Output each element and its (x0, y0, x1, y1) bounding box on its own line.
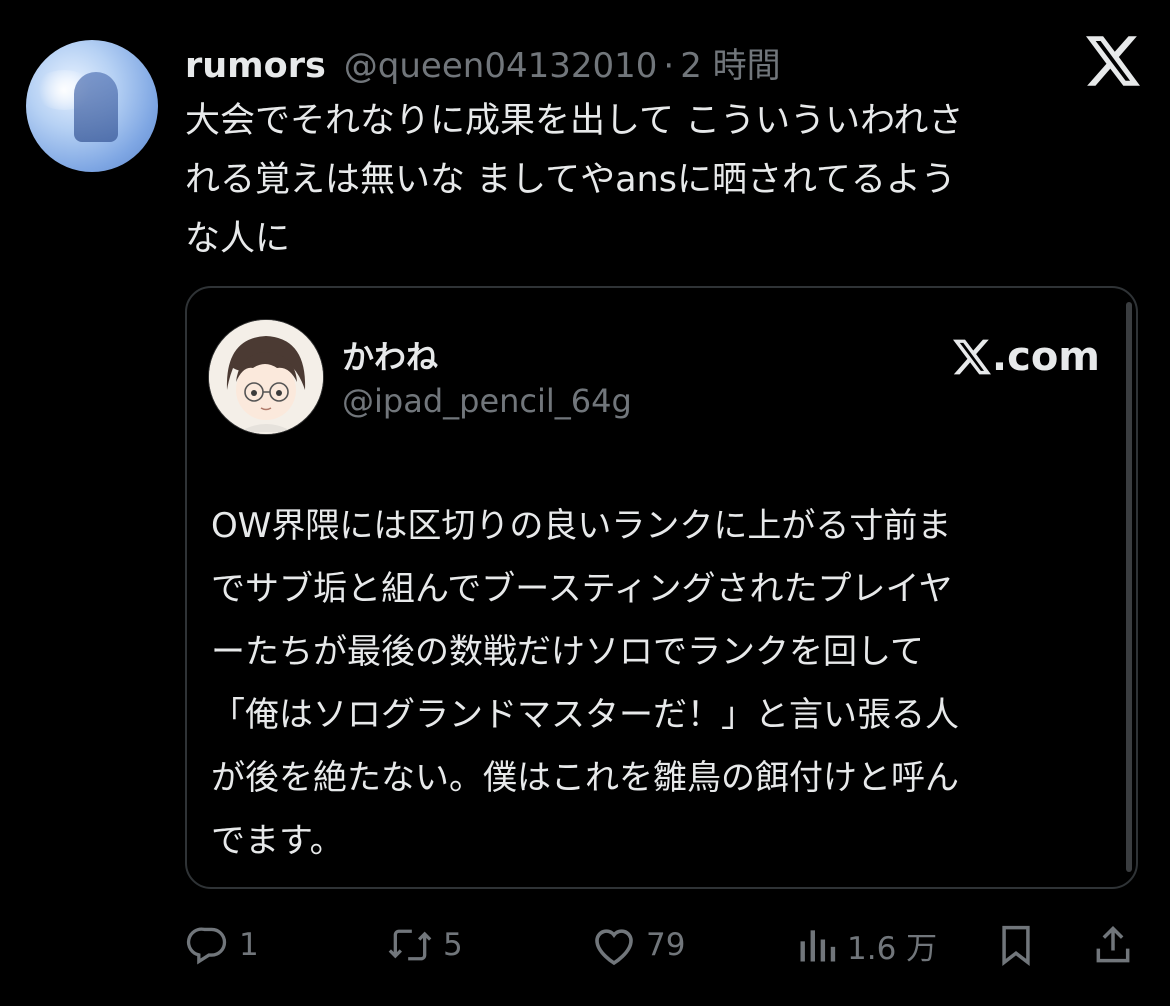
post-timestamp[interactable]: 2 時間 (680, 38, 780, 87)
post-text: 大会でそれなりに成果を出して こういういわれさ れる覚えは無いな ましてやans… (185, 101, 964, 259)
x-logo-icon (1086, 36, 1140, 86)
author-handle[interactable]: @queen04132010 (344, 46, 658, 86)
quoted-post-text: OW界隈には区切りの良いランクに上がる寸前ま でサブ垢と組んでブースティングされ… (211, 506, 959, 861)
post-header: rumors @queen04132010 · 2 時間 (185, 38, 781, 87)
share-icon (1096, 926, 1130, 963)
avatar-figure (74, 72, 118, 142)
repost-icon (388, 929, 432, 961)
reply-icon (186, 927, 227, 965)
illustrated-face-icon (209, 320, 323, 434)
quoted-post-card[interactable]: かわね @ipad_pencil_64g .com OW界隈には区切りの良いラン… (185, 286, 1138, 889)
action-bar: 1 5 79 1.6 万 (185, 915, 1140, 975)
author-name[interactable]: rumors (185, 46, 326, 86)
quoted-author-avatar[interactable] (208, 319, 324, 435)
author-avatar[interactable] (26, 40, 158, 172)
like-count: 79 (646, 927, 686, 963)
heart-icon (595, 929, 633, 966)
quoted-source-site-label: .com (991, 334, 1100, 380)
quoted-source-site[interactable]: .com (952, 334, 1100, 380)
quoted-author-handle[interactable]: @ipad_pencil_64g (342, 382, 632, 420)
share-button[interactable] (1091, 915, 1135, 975)
views-icon (800, 930, 836, 962)
separator-dot: · (663, 46, 675, 86)
reply-button[interactable]: 1 (185, 915, 259, 975)
repost-button[interactable]: 5 (385, 915, 463, 975)
bookmark-icon (1002, 925, 1030, 966)
like-button[interactable]: 79 (590, 915, 685, 975)
quoted-card-scrollbar[interactable] (1126, 302, 1132, 872)
repost-count: 5 (443, 927, 463, 963)
reply-count: 1 (239, 927, 259, 963)
views-count: 1.6 万 (847, 930, 938, 967)
quoted-author-name[interactable]: かわね (342, 332, 438, 378)
bookmark-button[interactable] (995, 915, 1037, 975)
x-logo-icon (952, 339, 991, 375)
views-button[interactable]: 1.6 万 (795, 915, 937, 975)
